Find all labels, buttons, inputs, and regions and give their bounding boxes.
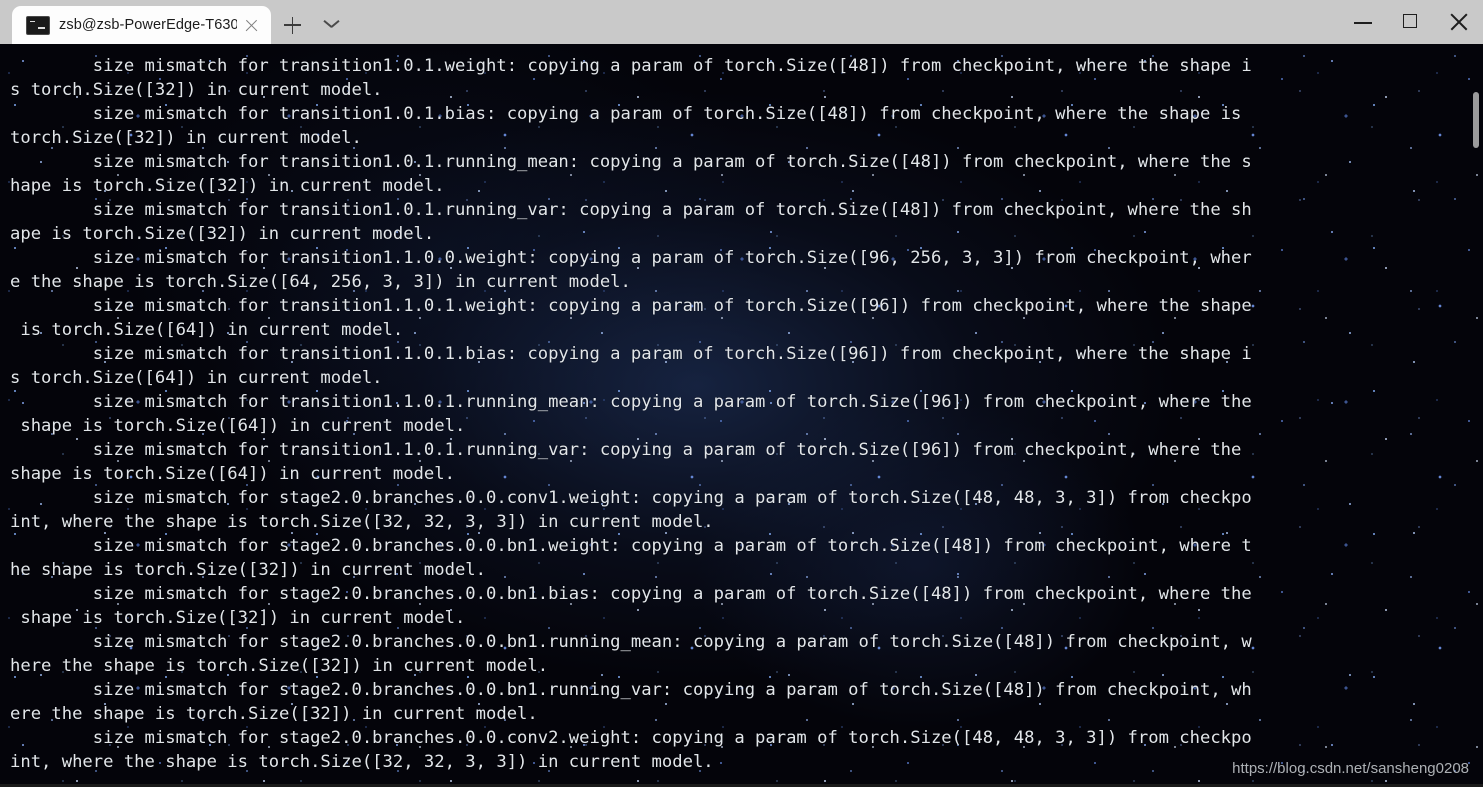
terminal-line: size mismatch for stage2.0.branches.0.0.… [10, 632, 1252, 652]
terminal-line: size mismatch for transition1.1.0.1.runn… [10, 440, 1242, 460]
terminal-line: size mismatch for transition1.1.0.1.weig… [10, 296, 1252, 316]
terminal-line: here the shape is torch.Size([32]) in cu… [10, 656, 549, 676]
terminal-output: size mismatch for transition1.0.1.weight… [0, 44, 1483, 774]
terminal-icon [26, 15, 50, 35]
tab-title: zsb@zsb-PowerEdge-T630: ~/sı [59, 17, 237, 33]
terminal-line: size mismatch for transition1.1.0.1.runn… [10, 392, 1252, 412]
watermark-text: https://blog.csdn.net/sansheng0208 [1232, 760, 1469, 777]
terminal-line: s torch.Size([32]) in current model. [10, 80, 383, 100]
terminal-line: size mismatch for stage2.0.branches.0.0.… [10, 488, 1252, 508]
terminal-tab[interactable]: zsb@zsb-PowerEdge-T630: ~/sı [12, 6, 271, 44]
titlebar-drag-area [355, 0, 1339, 44]
terminal-line: shape is torch.Size([64]) in current mod… [10, 464, 455, 484]
terminal-line: size mismatch for transition1.0.1.runnin… [10, 152, 1252, 172]
terminal-line: shape is torch.Size([32]) in current mod… [10, 608, 466, 628]
terminal-line: size mismatch for transition1.0.1.bias: … [10, 104, 1242, 124]
maximize-button[interactable] [1387, 0, 1435, 44]
terminal-line: size mismatch for stage2.0.branches.0.0.… [10, 680, 1252, 700]
minimize-button[interactable] [1339, 0, 1387, 44]
terminal-line: shape is torch.Size([64]) in current mod… [10, 416, 466, 436]
terminal-line: ape is torch.Size([32]) in current model… [10, 224, 435, 244]
terminal-line: he shape is torch.Size([32]) in current … [10, 560, 486, 580]
terminal-pane[interactable]: size mismatch for transition1.0.1.weight… [0, 44, 1483, 787]
terminal-line: size mismatch for transition1.1.0.1.bias… [10, 344, 1252, 364]
terminal-line: size mismatch for stage2.0.branches.0.0.… [10, 536, 1252, 556]
terminal-line: e the shape is torch.Size([64, 256, 3, 3… [10, 272, 631, 292]
terminal-line: size mismatch for transition1.0.1.weight… [10, 56, 1252, 76]
terminal-line: ere the shape is torch.Size([32]) in cur… [10, 704, 538, 724]
terminal-line: size mismatch for transition1.0.1.runnin… [10, 200, 1252, 220]
terminal-scrollbar[interactable] [1469, 44, 1483, 787]
tab-strip: zsb@zsb-PowerEdge-T630: ~/sı [0, 0, 355, 44]
terminal-line: size mismatch for stage2.0.branches.0.0.… [10, 584, 1252, 604]
terminal-line: size mismatch for stage2.0.branches.0.0.… [10, 728, 1252, 748]
terminal-window: zsb@zsb-PowerEdge-T630: ~/sı size mismat… [0, 0, 1483, 787]
terminal-line: s torch.Size([64]) in current model. [10, 368, 383, 388]
chevron-down-icon[interactable] [313, 6, 355, 44]
scrollbar-thumb[interactable] [1473, 92, 1479, 148]
window-controls [1339, 0, 1483, 44]
close-tab-icon[interactable] [237, 11, 265, 39]
new-tab-button[interactable] [271, 6, 313, 44]
close-window-button[interactable] [1435, 0, 1483, 44]
terminal-line: size mismatch for transition1.1.0.0.weig… [10, 248, 1252, 268]
terminal-line: hape is torch.Size([32]) in current mode… [10, 176, 445, 196]
terminal-line: is torch.Size([64]) in current model. [10, 320, 404, 340]
terminal-line: int, where the shape is torch.Size([32, … [10, 512, 714, 532]
title-bar: zsb@zsb-PowerEdge-T630: ~/sı [0, 0, 1483, 44]
terminal-line: torch.Size([32]) in current model. [10, 128, 362, 148]
